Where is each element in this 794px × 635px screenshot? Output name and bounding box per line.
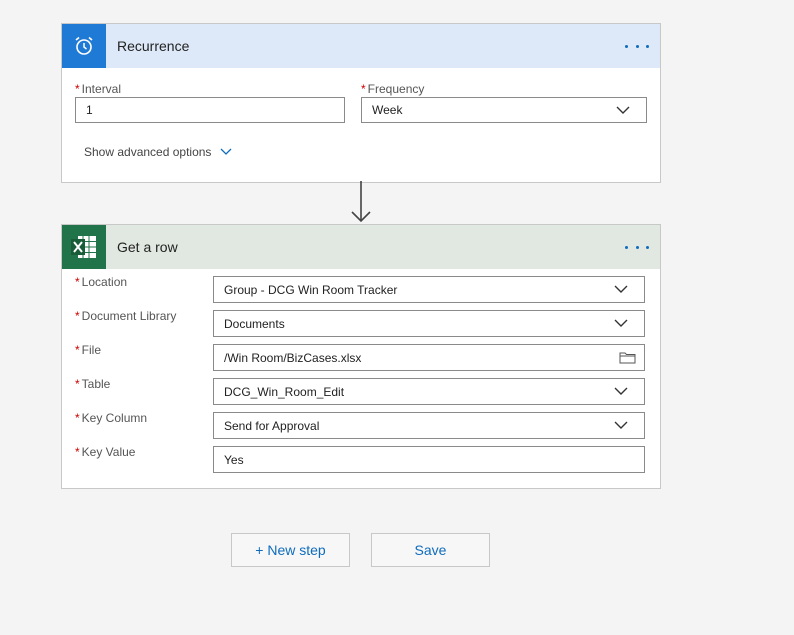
recurrence-header[interactable]: Recurrence (62, 24, 660, 68)
chevron-down-icon (614, 319, 628, 327)
table-value: DCG_Win_Room_Edit (224, 384, 345, 399)
location-label: * Location (75, 275, 128, 289)
alarm-clock-icon (62, 24, 106, 68)
arrow-down-icon (351, 181, 371, 223)
get-row-more-ellipsis-icon[interactable] (625, 237, 649, 257)
show-advanced-options-link[interactable]: Show advanced options (84, 145, 232, 159)
frequency-dropdown[interactable]: Week (361, 97, 647, 123)
chevron-down-icon (220, 148, 232, 155)
interval-label: * Interval (75, 82, 122, 96)
frequency-value: Week (372, 103, 403, 117)
frequency-label: * Frequency (361, 82, 425, 96)
get-row-card: Get a row * Location Group - DCG Win Room … (61, 224, 661, 489)
document-library-label: * Document Library (75, 309, 177, 323)
table-label: * Table (75, 377, 111, 391)
chevron-down-icon (614, 387, 628, 395)
excel-icon (62, 225, 106, 269)
file-file-picker[interactable]: /Win Room/BizCases.xlsx (213, 344, 645, 371)
document-library-dropdown[interactable]: Documents (213, 310, 645, 337)
folder-icon[interactable] (619, 351, 636, 364)
chevron-down-icon (616, 106, 630, 114)
table-dropdown[interactable]: DCG_Win_Room_Edit (213, 378, 645, 405)
file-value: /Win Room/BizCases.xlsx (224, 350, 362, 365)
interval-value: 1 (86, 103, 93, 117)
key-column-dropdown[interactable]: Send for Approval (213, 412, 645, 439)
recurrence-more-ellipsis-icon[interactable] (625, 36, 649, 56)
get-row-header[interactable]: Get a row (62, 225, 660, 269)
recurrence-card: Recurrence * Interval 1 * Frequency Week S… (61, 23, 661, 183)
new-step-button[interactable]: + New step (231, 533, 350, 567)
key-column-label: * Key Column (75, 411, 148, 425)
chevron-down-icon (614, 285, 628, 293)
key-value-value: Yes (224, 452, 244, 467)
save-button[interactable]: Save (371, 533, 490, 567)
key-value-label: * Key Value (75, 445, 136, 459)
interval-input[interactable]: 1 (75, 97, 345, 123)
get-row-title: Get a row (117, 239, 178, 255)
chevron-down-icon (614, 421, 628, 429)
location-value: Group - DCG Win Room Tracker (224, 282, 398, 297)
key-column-value: Send for Approval (224, 418, 320, 433)
key-value-input[interactable]: Yes (213, 446, 645, 473)
location-dropdown[interactable]: Group - DCG Win Room Tracker (213, 276, 645, 303)
recurrence-title: Recurrence (117, 38, 190, 54)
document-library-value: Documents (224, 316, 285, 331)
file-label: * File (75, 343, 102, 357)
